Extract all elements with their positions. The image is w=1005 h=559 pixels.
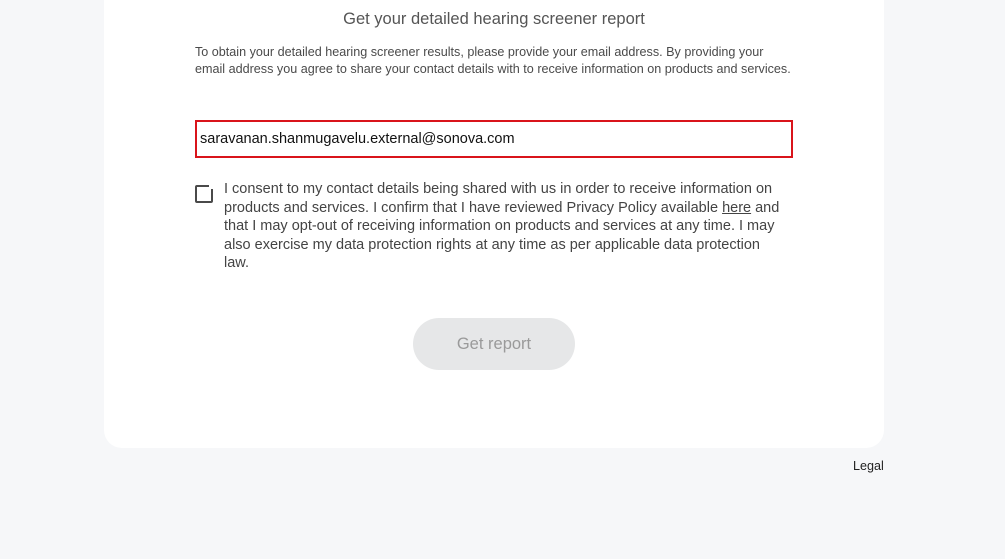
privacy-policy-link[interactable]: here [722,200,751,216]
legal-link[interactable]: Legal [853,459,884,473]
report-card: Get your detailed hearing screener repor… [104,0,884,448]
report-intro-text: To obtain your detailed hearing screener… [195,45,791,76]
consent-text: I consent to my contact details being sh… [224,180,786,273]
consent-text-before: I consent to my contact details being sh… [224,181,773,216]
get-report-button[interactable]: Get report [413,318,575,370]
report-title: Get your detailed hearing screener repor… [343,10,645,28]
email-field[interactable] [195,120,793,158]
consent-checkbox[interactable] [195,184,214,203]
